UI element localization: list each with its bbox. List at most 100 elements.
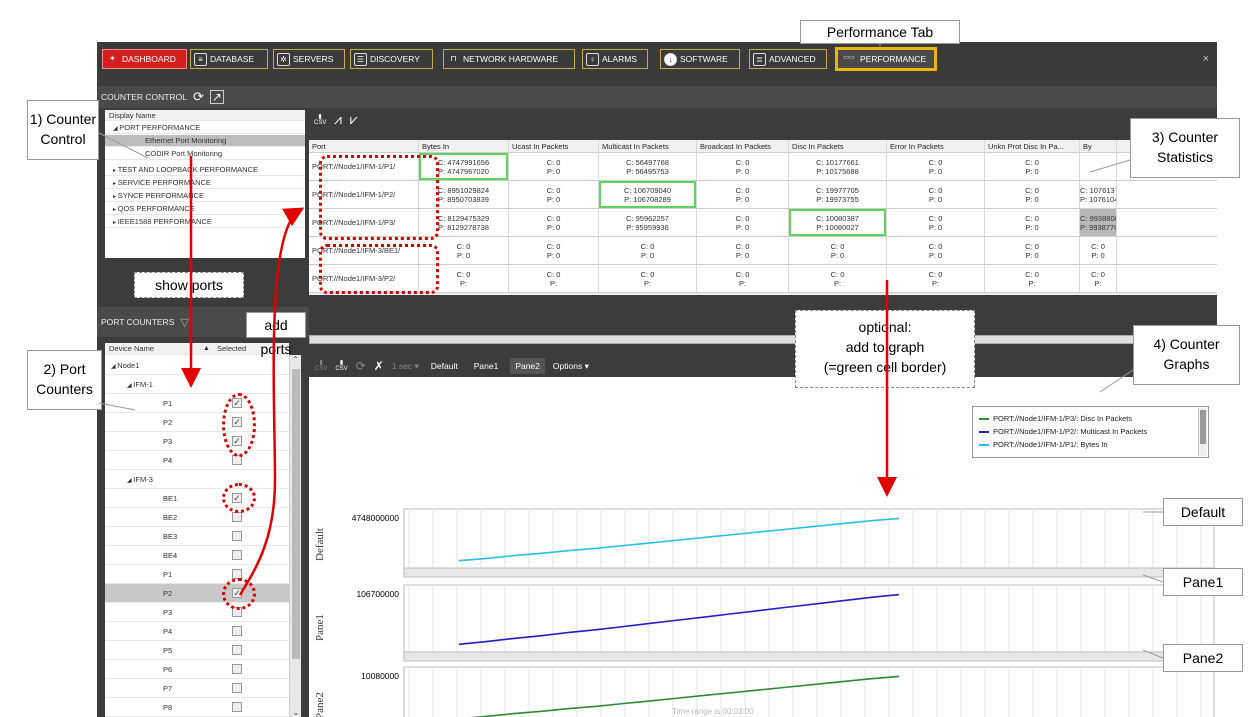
counter-cell[interactable]: C: 0 P: (789, 265, 887, 292)
selected-checkbox[interactable] (232, 626, 242, 636)
interval-select[interactable]: 1 sec ▾ (392, 361, 419, 372)
remove-graph-icon[interactable]: ⩗ (350, 111, 358, 128)
selected-checkbox[interactable] (232, 702, 242, 712)
sort-icon[interactable]: ▲ (203, 343, 210, 354)
scroll-down-icon[interactable]: ⌄ (290, 708, 302, 717)
counter-control-item[interactable]: ▸ IEEE1588 PERFORMANCE (105, 216, 305, 228)
scroll-up-icon[interactable]: ⌃ (290, 355, 301, 364)
counter-control-item[interactable]: ▸ SYNCE PERFORMANCE (105, 190, 305, 202)
counter-cell[interactable]: C: 0 P: 0 (985, 237, 1080, 264)
pane-hscroll[interactable] (403, 567, 1215, 578)
port-counter-item[interactable]: P3 (105, 603, 289, 622)
counter-cell[interactable]: C: 0 P: (509, 265, 599, 292)
port-counter-item[interactable]: P4 (105, 451, 289, 470)
column-header[interactable]: Broadcast In Packets (697, 140, 789, 153)
port-counter-item[interactable]: BE1 ✓ (105, 489, 289, 508)
column-header[interactable]: Bytes In (419, 140, 509, 153)
counter-cell[interactable]: C: 0 P: 0 (887, 153, 985, 180)
pane-tab-pane1[interactable]: Pane1 (470, 358, 503, 374)
tab-software[interactable]: ↓ SOFTWARE (660, 49, 740, 69)
selected-checkbox[interactable] (232, 683, 242, 693)
tab-advanced[interactable]: ≣ ADVANCED (749, 49, 827, 69)
counter-control-item[interactable]: ▸ TEST AND LOOPBACK PERFORMANCE (105, 164, 305, 176)
counter-cell[interactable]: C: 56497768 P: 56495753 (599, 153, 697, 180)
csv-export-icon[interactable]: ▮ CSV (314, 114, 326, 126)
port-counter-item[interactable]: P1 ✓ (105, 394, 289, 413)
port-counter-item[interactable]: P7 (105, 679, 289, 698)
refresh-icon[interactable]: ⟳ (193, 89, 204, 105)
pane-tab-default[interactable]: Default (427, 358, 462, 374)
counter-cell[interactable]: C: 10761374770P: 10761047146 (1080, 181, 1117, 208)
counter-cell[interactable]: C: 95962257 P: 95959936 (599, 209, 697, 236)
counter-cell[interactable]: C: 0 P: 0 (985, 153, 1080, 180)
refresh-graph-icon[interactable]: ⟳ (356, 359, 366, 373)
pane-hscroll[interactable] (403, 651, 1215, 662)
clear-graph-icon[interactable]: ✗ (374, 359, 384, 373)
port-counter-item[interactable]: P1 (105, 565, 289, 584)
port-counter-item[interactable]: P4 (105, 622, 289, 641)
counter-cell[interactable] (1080, 153, 1117, 180)
counter-control-item[interactable]: ◢ PORT PERFORMANCE (105, 122, 305, 134)
port-counter-item[interactable]: P3 ✓ (105, 432, 289, 451)
counter-cell[interactable]: C: 10080387 P: 10080027 (789, 209, 887, 236)
counter-control-item[interactable]: CODIR Port Monitoring (105, 148, 305, 160)
counter-cell[interactable]: C: 0 P: (697, 265, 789, 292)
counter-cell[interactable]: C: 0 P: 0 (1080, 237, 1117, 264)
selected-checkbox[interactable] (232, 531, 242, 541)
port-counter-item[interactable]: BE3 (105, 527, 289, 546)
column-header[interactable]: Disc In Packets (789, 140, 887, 153)
counter-control-item[interactable]: ▸ QOS PERFORMANCE (105, 203, 305, 215)
table-row[interactable]: PORT://Node1/IFM-3/BE1/C: 0 P: 0 C: 0 P: 0C… (309, 237, 1217, 265)
column-header[interactable]: Ucast In Packets (509, 140, 599, 153)
port-counter-item[interactable]: ◢ IFM-3 (105, 470, 289, 489)
tab-network-hardware[interactable]: ⊓ NETWORK HARDWARE (443, 49, 575, 69)
port-counters-vscroll[interactable]: ⌃ ⌄ (289, 355, 301, 717)
port-counter-item[interactable]: P8 (105, 698, 289, 717)
add-graph-icon[interactable]: ⩘ (334, 111, 342, 128)
counter-cell[interactable]: C: 0 P: 0 (697, 237, 789, 264)
counter-cell[interactable]: C: 10177661 P: 10175688 (789, 153, 887, 180)
counter-control-item[interactable]: ▸ SERVICE PERFORMANCE (105, 177, 305, 189)
counter-cell[interactable]: C: 0 P: 0 (697, 209, 789, 236)
selected-checkbox[interactable] (232, 645, 242, 655)
filter-icon[interactable]: ▽ (180, 316, 188, 329)
close-icon[interactable]: × (1203, 53, 1209, 65)
locate-icon[interactable]: ↗ (209, 90, 224, 104)
counter-cell[interactable]: C: 0 P: 0 (789, 237, 887, 264)
csv-export-graph-icon[interactable]: ▮ CSV (335, 360, 347, 372)
port-counter-item[interactable]: P5 (105, 641, 289, 660)
tab-performance[interactable]: ▭▭ PERFORMANCE (835, 47, 937, 71)
tab-servers[interactable]: ✲ SERVERS (273, 49, 345, 69)
counter-cell[interactable]: C: 0 P: 0 (887, 181, 985, 208)
counter-cell[interactable]: C: 9938800170P: 9938770958 (1080, 209, 1117, 236)
table-row[interactable]: PORT://Node1/IFM-1/P3/C: 8129475329 P: 81… (309, 209, 1217, 237)
statistics-hscroll[interactable] (309, 335, 1217, 344)
counter-cell[interactable]: C: 0 P: 0 (509, 209, 599, 236)
counter-cell[interactable]: C: 0 P: 0 (599, 237, 697, 264)
column-header[interactable]: Port (309, 140, 419, 153)
counter-cell[interactable]: C: 0 P: (887, 265, 985, 292)
pane-tab-pane2[interactable]: Pane2 (510, 358, 545, 374)
port-counter-item[interactable]: P2 ✓ (105, 413, 289, 432)
counter-cell[interactable]: C: 0 P: 0 (985, 181, 1080, 208)
counter-cell[interactable]: C: 0 P: 0 (509, 153, 599, 180)
options-menu[interactable]: Options ▾ (553, 361, 589, 372)
port-counter-item[interactable]: ◢ IFM-1 (105, 375, 289, 394)
selected-checkbox[interactable] (232, 512, 242, 522)
counter-cell[interactable]: C: 19977705 P: 19973755 (789, 181, 887, 208)
counter-cell[interactable]: C: 0 P: 0 (697, 153, 789, 180)
counter-cell[interactable]: C: 106709040 P: 106708289 (599, 181, 697, 208)
counter-cell[interactable]: C: 0 P: (985, 265, 1080, 292)
table-row[interactable]: PORT://Node1/IFM-1/P2/C: 8951029824 P: 89… (309, 181, 1217, 209)
column-header[interactable]: Unkn Prot Disc In Pa... (985, 140, 1080, 153)
counter-cell[interactable]: C: 0 P: 0 (887, 237, 985, 264)
selected-checkbox[interactable] (232, 550, 242, 560)
counter-cell[interactable]: C: 0 P: 0 (509, 181, 599, 208)
table-row[interactable]: PORT://Node1/IFM-3/P2/C: 0 P: C: 0 P: C: 0 P:… (309, 265, 1217, 293)
table-row[interactable]: PORT://Node1/IFM-1/P1/C: 4747991656 P: 47… (309, 153, 1217, 181)
counter-cell[interactable]: C: 0 P: 0 (697, 181, 789, 208)
port-counter-item[interactable]: BE2 (105, 508, 289, 527)
tab-database[interactable]: ≡ DATABASE (190, 49, 268, 69)
selected-checkbox[interactable] (232, 664, 242, 674)
csv-graph-icon[interactable]: ▮ CSV (315, 360, 327, 372)
